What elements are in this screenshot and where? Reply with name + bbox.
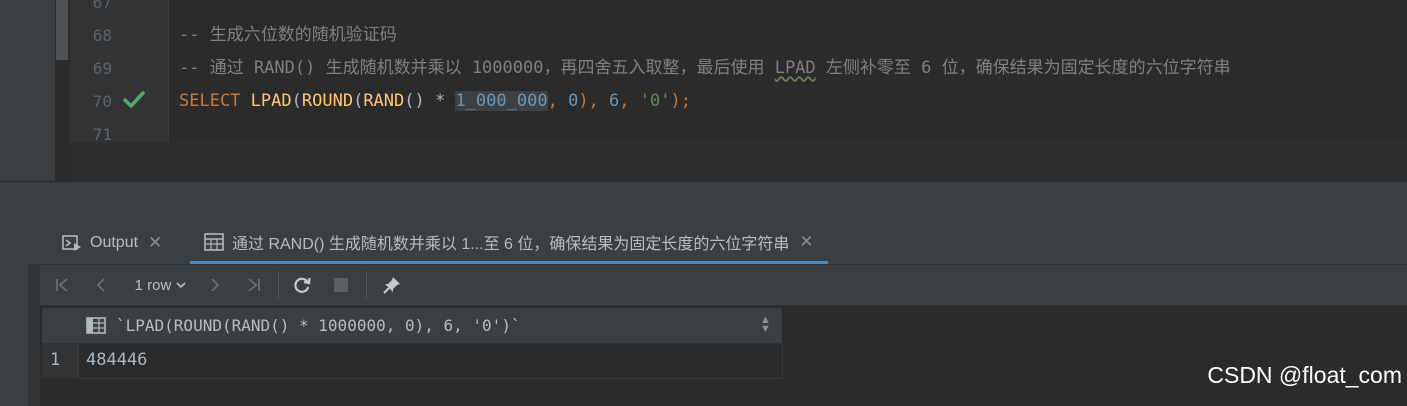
- editor-empty-area: [70, 142, 1407, 182]
- sql-punct: (: [353, 91, 364, 111]
- line-number: 67: [92, 0, 112, 12]
- sql-punct: ),: [578, 91, 610, 111]
- row-number-column: [42, 343, 79, 378]
- next-page-icon[interactable]: [204, 273, 226, 297]
- chevron-down-icon: [176, 282, 186, 289]
- tab-output[interactable]: Output ✕: [62, 222, 162, 264]
- line-number: 69: [92, 59, 112, 78]
- grid-column-header[interactable]: `LPAD(ROUND(RAND() * 1000000, 0), 6, '0'…: [42, 308, 782, 344]
- sql-punct: );: [670, 91, 691, 111]
- column-table-icon: [86, 317, 106, 339]
- line-number: 70: [92, 92, 112, 111]
- results-scrollbar[interactable]: [28, 264, 40, 406]
- row-count-label: 1 row: [134, 276, 172, 294]
- panel-splitter[interactable]: [0, 181, 1407, 223]
- code-comment-line[interactable]: -- 生成六位数的随机验证码: [179, 19, 397, 52]
- services-tab-bar: Output ✕ 通过 RAND() 生成随机数并乘以 1...至 6 位，确保…: [0, 222, 1407, 265]
- sql-punct: ,: [547, 91, 569, 111]
- sql-function: ROUND: [301, 91, 354, 111]
- row-count-dropdown[interactable]: 1 row: [128, 273, 194, 297]
- tool-window-left-rail: [0, 264, 28, 406]
- first-page-icon[interactable]: [52, 273, 74, 297]
- sql-punct: (: [291, 91, 302, 111]
- sort-icon[interactable]: ▲ ▼: [760, 315, 771, 335]
- sql-function: LPAD: [250, 91, 292, 111]
- console-icon: [62, 234, 82, 252]
- close-icon[interactable]: ✕: [799, 232, 813, 252]
- row-number: 1: [50, 350, 61, 370]
- line-number: 68: [92, 26, 112, 45]
- sql-string: '0': [639, 91, 671, 111]
- close-icon[interactable]: ✕: [148, 233, 162, 253]
- code-sql-line[interactable]: SELECT LPAD(ROUND(RAND() * 1_000_000, 0)…: [179, 85, 691, 118]
- table-icon: [204, 232, 224, 251]
- stop-icon[interactable]: [330, 273, 352, 297]
- refresh-icon[interactable]: [290, 273, 314, 297]
- prev-page-icon[interactable]: [90, 273, 112, 297]
- toolbar-separator: [278, 271, 279, 299]
- tab-label: Output: [90, 234, 139, 251]
- check-icon[interactable]: [122, 90, 146, 110]
- code-comment-line[interactable]: -- 通过 RAND() 生成随机数并乘以 1000000，再四舍五入取整，最后…: [179, 52, 1231, 85]
- sql-punct: ,: [619, 91, 640, 111]
- pin-icon[interactable]: [380, 273, 404, 297]
- last-page-icon[interactable]: [242, 273, 264, 297]
- sql-number: 0: [568, 91, 579, 111]
- comment-text: 左侧补零至 6 位，确保结果为固定长度的六位字符串: [815, 58, 1231, 78]
- editor-left-panel: [0, 0, 55, 181]
- gutter-divider: [168, 0, 169, 142]
- cell-value: 484446: [86, 350, 148, 370]
- tab-query-result[interactable]: 通过 RAND() 生成随机数并乘以 1...至 6 位，确保结果为固定长度的六…: [190, 222, 828, 264]
- sql-number: 6: [609, 91, 620, 111]
- tab-label: 通过 RAND() 生成随机数并乘以 1...至 6 位，确保结果为固定长度的六…: [232, 235, 790, 253]
- column-header-label: `LPAD(ROUND(RAND() * 1000000, 0), 6, '0'…: [116, 316, 521, 335]
- code-editor[interactable]: 67 68 69 70 71 -- 生成六位数的随机验证码 -- 通过 RAND…: [0, 0, 1407, 182]
- sql-punct: () *: [404, 91, 456, 111]
- comment-text: -- 通过 RAND() 生成随机数并乘以 1000000，再四舍五入取整，最后…: [179, 58, 775, 78]
- spell-warning-text: LPAD: [774, 58, 816, 78]
- sql-keyword: SELECT: [179, 91, 241, 111]
- result-toolbar: 1 row: [40, 265, 1407, 306]
- sql-function: RAND: [363, 91, 405, 111]
- toolbar-separator: [366, 271, 367, 299]
- table-cell[interactable]: [79, 343, 783, 379]
- editor-scrollbar-thumb[interactable]: [56, 0, 68, 60]
- watermark: CSDN @float_com: [1207, 362, 1402, 388]
- sql-number-selected: 1_000_000: [455, 91, 548, 111]
